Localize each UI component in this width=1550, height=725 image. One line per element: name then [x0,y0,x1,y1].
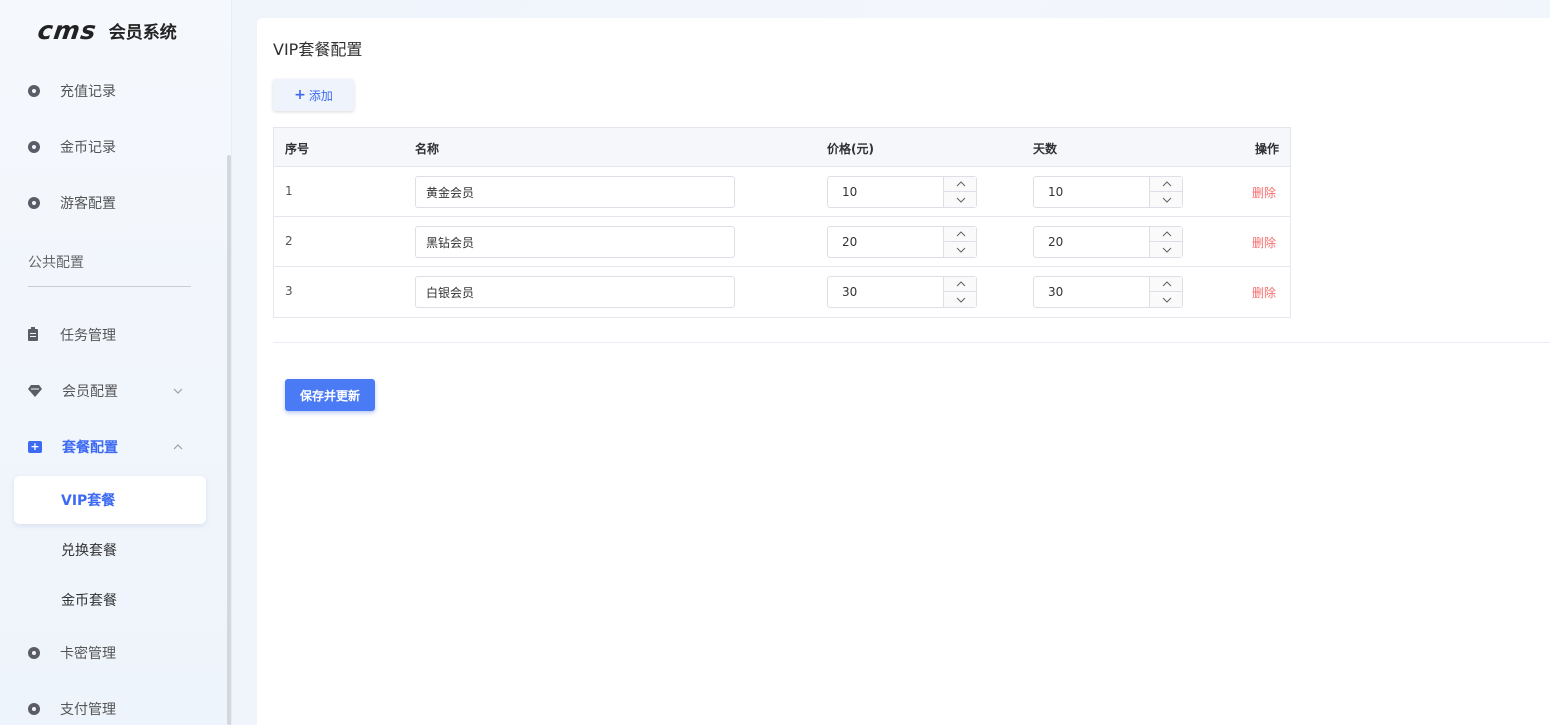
sidebar-item-label: 游客配置 [60,196,116,212]
app-name: 会员系统 [108,22,177,43]
decrease-icon[interactable] [1150,192,1183,207]
clipboard-icon [28,327,38,341]
table-row: 3 30 30 删除 [274,267,1290,317]
stepper-controls [1149,277,1183,307]
name-input[interactable] [415,176,735,208]
circle-dot-icon [28,197,40,209]
stepper-controls [1149,177,1183,207]
sidebar-item-label: 卡密管理 [60,646,116,662]
price-value: 20 [842,235,858,249]
decrease-icon[interactable] [944,192,977,207]
header-ops: 操作 [1255,142,1280,156]
days-value: 10 [1048,185,1064,199]
increase-icon[interactable] [1150,277,1183,292]
sidebar-scrollbar[interactable] [227,155,231,725]
header-name: 名称 [415,142,440,156]
page-title: VIP套餐配置 [273,40,363,59]
delete-link[interactable]: 删除 [1252,234,1276,251]
sidebar-item-label: 套餐配置 [62,440,118,456]
days-value: 20 [1048,235,1064,249]
increase-icon[interactable] [944,277,977,292]
chevron-down-icon[interactable] [172,385,184,397]
sidebar-divider [28,286,191,287]
days-stepper[interactable]: 30 [1033,276,1183,308]
name-input[interactable] [415,276,735,308]
table-header: 序号 名称 价格(元) 天数 操作 [274,128,1290,167]
sidebar-item-task-management[interactable]: 任务管理 [28,324,116,346]
package-table: 序号 名称 价格(元) 天数 操作 1 10 10 [273,127,1291,318]
sidebar-item-label: 充值记录 [60,84,116,100]
gem-icon [28,385,42,397]
chevron-up-icon[interactable] [172,441,184,453]
delete-link[interactable]: 删除 [1252,184,1276,201]
stepper-controls [943,227,977,257]
sidebar-item-recharge-records[interactable]: 充值记录 [28,80,116,102]
sidebar-item-label: 任务管理 [60,328,116,344]
save-and-update-button[interactable]: 保存并更新 [285,379,375,411]
add-button-label: 添加 [308,88,333,103]
plus-icon: + [294,87,306,103]
price-stepper[interactable]: 20 [827,226,977,258]
sidebar-item-label: 会员配置 [62,384,118,400]
add-button[interactable]: + 添加 [273,79,354,111]
logo-mark: cms [35,15,99,45]
sidebar-subitem-label: 金币套餐 [61,593,117,609]
sidebar-item-card-management[interactable]: 卡密管理 [28,642,116,664]
increase-icon[interactable] [944,227,977,242]
header-price: 价格(元) [827,142,874,156]
sidebar-subitem-label: VIP套餐 [61,493,116,509]
sidebar-subitem-label: 兑换套餐 [61,543,117,559]
price-stepper[interactable]: 10 [827,176,977,208]
delete-link[interactable]: 删除 [1252,284,1276,301]
row-index: 3 [285,284,293,298]
app-logo[interactable]: cms 会员系统 [35,15,177,45]
increase-icon[interactable] [944,177,977,192]
row-index: 2 [285,234,293,248]
sidebar-item-label: 支付管理 [60,702,116,718]
sidebar-item-coin-records[interactable]: 金币记录 [28,136,116,158]
circle-dot-icon [28,647,40,659]
stepper-controls [1149,227,1183,257]
sidebar-item-label: 金币记录 [60,140,116,156]
table-row: 1 10 10 删除 [274,167,1290,217]
table-row: 2 20 20 删除 [274,217,1290,267]
main-card: VIP套餐配置 + 添加 序号 名称 价格(元) 天数 操作 1 10 10 [257,18,1550,725]
row-index: 1 [285,184,293,198]
price-stepper[interactable]: 30 [827,276,977,308]
increase-icon[interactable] [1150,177,1183,192]
days-value: 30 [1048,285,1064,299]
increase-icon[interactable] [1150,227,1183,242]
sidebar-item-guest-config[interactable]: 游客配置 [28,192,116,214]
decrease-icon[interactable] [1150,292,1183,307]
sidebar-item-package-config[interactable]: + 套餐配置 [28,436,118,458]
days-stepper[interactable]: 10 [1033,176,1183,208]
sidebar-item-member-config[interactable]: 会员配置 [28,380,118,402]
decrease-icon[interactable] [1150,242,1183,257]
stepper-controls [943,177,977,207]
price-value: 10 [842,185,858,199]
sidebar-subitem-vip-package[interactable]: VIP套餐 [14,476,206,524]
decrease-icon[interactable] [944,242,977,257]
circle-dot-icon [28,703,40,715]
sidebar: cms 会员系统 充值记录 金币记录 游客配置 公共配置 任务管理 会员配置 +… [0,0,232,725]
sidebar-subitem-coin-package[interactable]: 金币套餐 [14,576,206,624]
days-stepper[interactable]: 20 [1033,226,1183,258]
header-days: 天数 [1033,142,1058,156]
content-divider [273,342,1550,343]
sidebar-item-payment-management[interactable]: 支付管理 [28,698,116,720]
sidebar-subitem-exchange-package[interactable]: 兑换套餐 [14,526,206,574]
circle-dot-icon [28,85,40,97]
stepper-controls [943,277,977,307]
header-index: 序号 [285,142,310,156]
price-value: 30 [842,285,858,299]
circle-dot-icon [28,141,40,153]
sidebar-section-label: 公共配置 [28,255,84,271]
name-input[interactable] [415,226,735,258]
plus-square-icon: + [28,441,42,453]
decrease-icon[interactable] [944,292,977,307]
